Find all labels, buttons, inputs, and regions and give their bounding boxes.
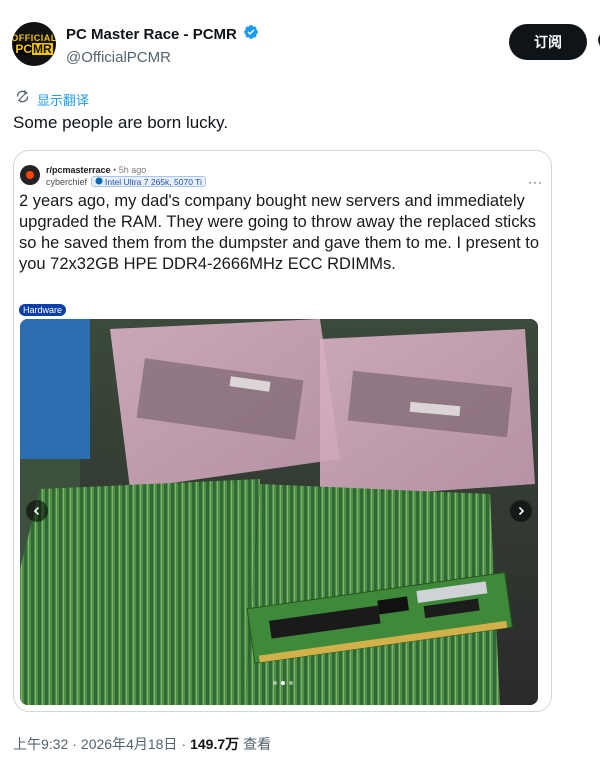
user-flair: Intel Ultra 7 265k, 5070 Ti [91, 176, 206, 187]
view-count: 149.7万 [190, 736, 240, 752]
carousel-dot[interactable] [289, 681, 293, 685]
tweet-meta: 上午9:32 · 2026年4月18日 · 149.7万 查看 [13, 734, 271, 754]
show-translation[interactable]: 显示翻译 [14, 88, 89, 110]
verified-badge-icon[interactable] [243, 24, 259, 45]
embedded-reddit-post[interactable]: r/pcmasterrace • 5h ago cyberchief Intel… [13, 150, 552, 712]
grok-icon[interactable] [596, 30, 600, 55]
tweet-time[interactable]: 上午9:32 [13, 734, 68, 754]
tweet-date[interactable]: 2026年4月18日 [81, 734, 178, 754]
handle[interactable]: @OfficialPCMR [66, 49, 259, 66]
subreddit-line: r/pcmasterrace • 5h ago [46, 165, 146, 175]
avatar-text-pc: PC [15, 41, 32, 56]
tweet-text: Some people are born lucky. [13, 113, 229, 132]
subscribe-button[interactable]: 订阅 [509, 24, 587, 60]
avatar[interactable]: OFFICIAL PC MR [12, 22, 56, 66]
translate-label: 显示翻译 [37, 92, 90, 108]
carousel-next-button[interactable] [510, 500, 532, 522]
carousel-dots [273, 681, 293, 685]
tweet-header: OFFICIAL PC MR PC Master Race - PCMR @Off… [12, 22, 600, 70]
post-flair-badge: Hardware [19, 304, 67, 316]
avatar-logo: PC MR [15, 41, 53, 56]
post-title: 2 years ago, my dad's company bought new… [19, 192, 540, 273]
carousel-prev-button[interactable] [26, 500, 48, 522]
post-time: 5h ago [118, 165, 147, 175]
separator-dot: • [113, 165, 117, 175]
carousel-dot-active[interactable] [281, 681, 285, 685]
post-image [20, 319, 538, 705]
subreddit-name: r/pcmasterrace [46, 165, 111, 175]
carousel-dot[interactable] [273, 681, 277, 685]
separator-dot: · [72, 736, 77, 752]
ram-photo-illustration [20, 319, 538, 705]
display-name[interactable]: PC Master Race - PCMR [66, 26, 237, 43]
subreddit-avatar [20, 165, 40, 185]
username: cyberchief [46, 176, 88, 187]
intel-icon [95, 177, 103, 187]
avatar-text-mr: MR [32, 41, 53, 56]
author-block: PC Master Race - PCMR @OfficialPCMR [66, 24, 259, 66]
views-label: 查看 [243, 736, 272, 752]
user-flair-text: Intel Ultra 7 265k, 5070 Ti [105, 176, 202, 187]
separator-dot: · [181, 736, 187, 752]
translate-icon [14, 88, 31, 110]
post-more-icon: ··· [528, 175, 543, 189]
user-line: cyberchief Intel Ultra 7 265k, 5070 Ti [46, 176, 206, 187]
